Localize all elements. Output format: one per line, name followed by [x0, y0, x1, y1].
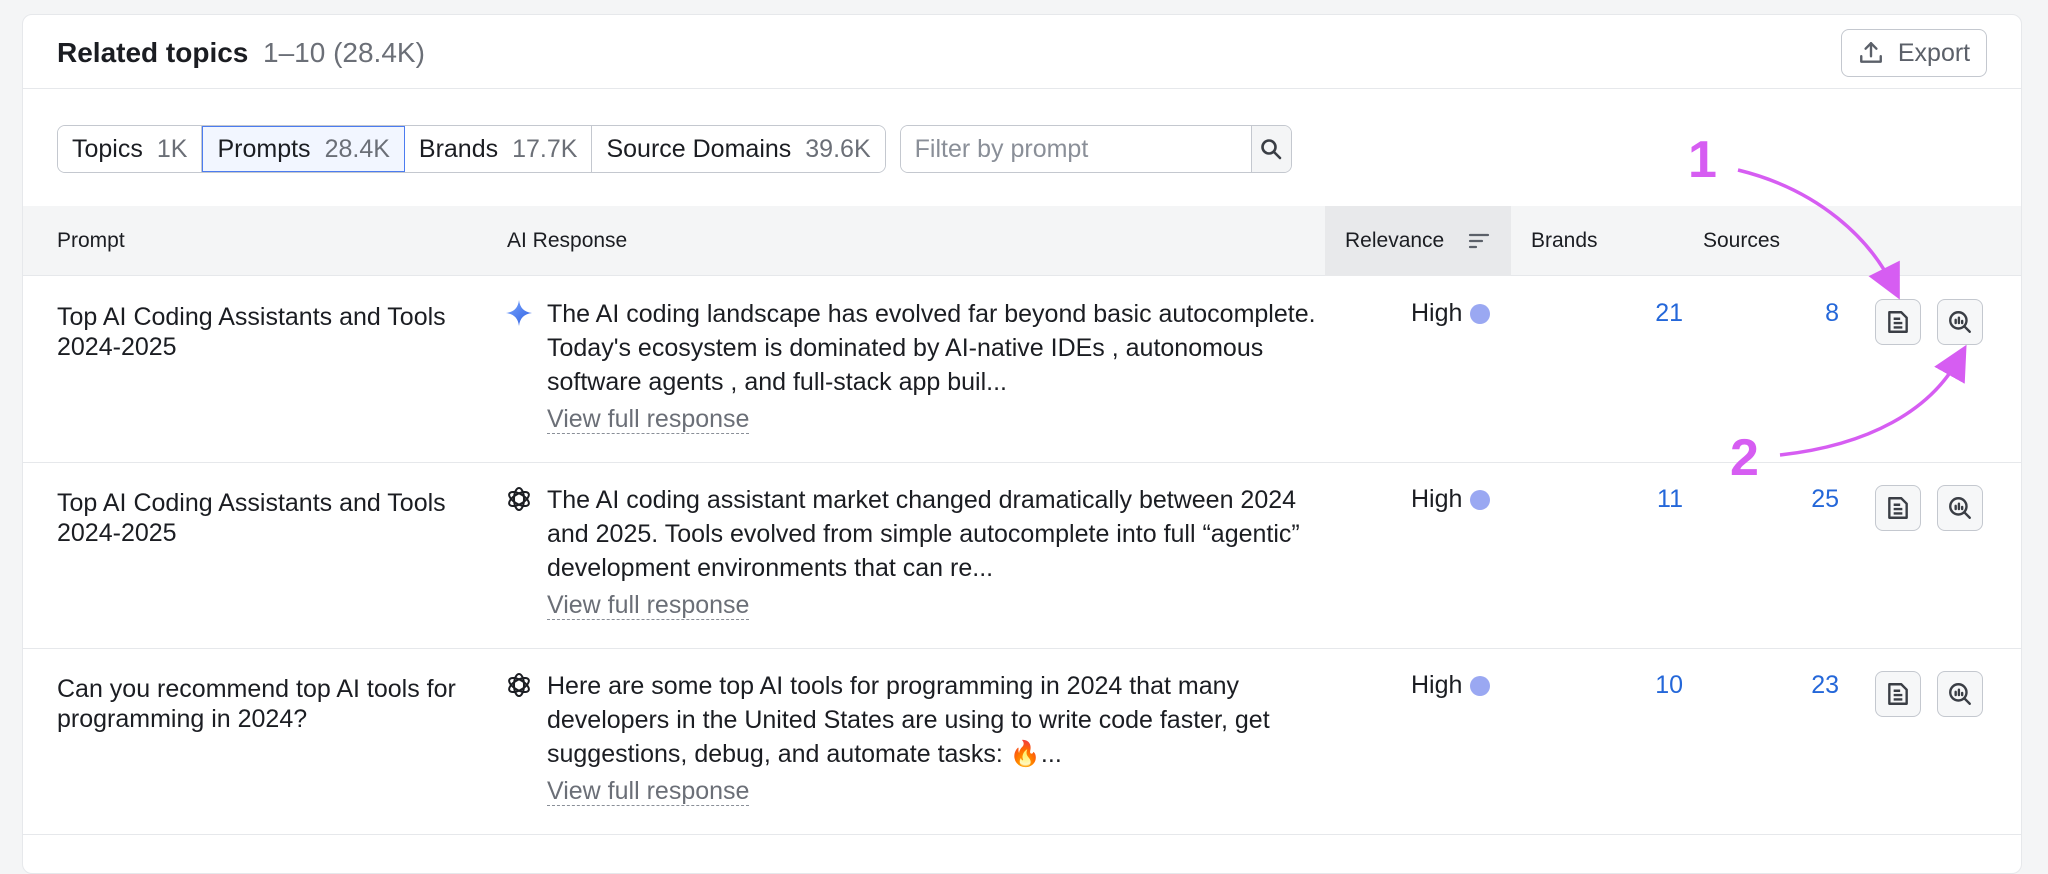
brands-count[interactable]: 11: [1657, 485, 1683, 514]
search-button[interactable]: [1250, 126, 1291, 172]
response-text: The AI coding landscape has evolved far …: [547, 300, 1316, 396]
prompt-text: Can you recommend top AI tools for progr…: [57, 675, 456, 733]
openai-icon: [508, 487, 530, 511]
response-text: The AI coding assistant market changed d…: [547, 486, 1300, 582]
sources-count[interactable]: 8: [1825, 299, 1839, 328]
relevance-value: High: [1411, 299, 1491, 328]
view-full-response-link[interactable]: View full response: [547, 405, 750, 434]
relevance-value: High: [1411, 485, 1491, 514]
tab-brands[interactable]: Brands 17.7K: [404, 126, 593, 172]
view-response-button[interactable]: [1875, 485, 1921, 531]
brands-count[interactable]: 21: [1655, 299, 1683, 328]
result-range: 1–10 (28.4K): [263, 37, 425, 68]
export-button[interactable]: Export: [1841, 29, 1987, 77]
tab-count: 1K: [156, 134, 188, 163]
relevance-label: High: [1411, 299, 1463, 327]
tab-label: Topics: [72, 134, 143, 163]
page-title: Related topics: [57, 37, 249, 68]
search-icon: [1261, 139, 1282, 160]
export-label: Export: [1897, 38, 1971, 67]
ai-response: Here are some top AI tools for programmi…: [547, 669, 1317, 808]
relevance-value: High: [1411, 671, 1491, 700]
view-full-response-link[interactable]: View full response: [547, 777, 750, 806]
view-tabs: Topics 1K Prompts 28.4K Brands 17.7K Sou…: [57, 125, 886, 173]
document-icon: [1888, 311, 1908, 333]
tab-count: 39.6K: [805, 134, 871, 163]
sources-count[interactable]: 23: [1811, 671, 1839, 700]
tab-label: Prompts: [217, 134, 311, 163]
table-row: Can you recommend top AI tools for progr…: [23, 649, 2021, 835]
filter-box: [899, 125, 1292, 173]
response-text: Here are some top AI tools for programmi…: [547, 672, 1270, 768]
tab-source-domains[interactable]: Source Domains 39.6K: [592, 126, 885, 172]
prompt-text: Top AI Coding Assistants and Tools 2024-…: [57, 489, 446, 547]
sources-count[interactable]: 25: [1811, 485, 1839, 514]
table-row: Top AI Coding Assistants and Tools 2024-…: [23, 277, 2021, 463]
column-ai-response: AI Response: [507, 229, 628, 252]
relevance-dot: [1470, 303, 1491, 324]
view-full-response-link[interactable]: View full response: [547, 591, 750, 620]
column-relevance[interactable]: Relevance: [1325, 206, 1511, 276]
column-prompt: Prompt: [57, 229, 125, 252]
analyze-button[interactable]: [1937, 671, 1983, 717]
relevance-label: High: [1411, 671, 1463, 699]
prompt-text: Top AI Coding Assistants and Tools 2024-…: [57, 303, 446, 361]
column-brands[interactable]: Brands: [1531, 206, 1598, 276]
relevance-label: High: [1411, 485, 1463, 513]
filter-input[interactable]: [900, 126, 1251, 172]
tab-count: 28.4K: [324, 134, 390, 163]
ai-response: The AI coding landscape has evolved far …: [547, 297, 1317, 436]
relevance-dot: [1470, 675, 1491, 696]
openai-icon: [508, 673, 530, 697]
sort-icon: [1469, 233, 1490, 249]
analyze-button[interactable]: [1937, 485, 1983, 531]
table-header: Prompt AI Response Relevance Brands Sour…: [23, 206, 2021, 276]
tab-count: 17.7K: [512, 134, 578, 163]
ai-response: The AI coding assistant market changed d…: [547, 483, 1317, 622]
gemini-sparkle-icon: [506, 300, 532, 326]
annotation-number-2: 2: [1730, 429, 1759, 487]
table-row: Top AI Coding Assistants and Tools 2024-…: [23, 463, 2021, 649]
magnifier-chart-icon: [1949, 497, 1971, 519]
tab-prompts[interactable]: Prompts 28.4K: [202, 126, 405, 172]
analyze-button[interactable]: [1937, 299, 1983, 345]
related-topics-card: Related topics 1–10 (28.4K) Export Topic…: [22, 14, 2022, 874]
toolbar: Topics 1K Prompts 28.4K Brands 17.7K Sou…: [57, 125, 1292, 173]
column-relevance-label: Relevance: [1345, 229, 1445, 252]
tab-label: Source Domains: [606, 134, 792, 163]
upload-icon: [1859, 42, 1882, 63]
tab-label: Brands: [418, 134, 499, 163]
relevance-dot: [1470, 489, 1491, 510]
magnifier-chart-icon: [1949, 311, 1971, 333]
document-icon: [1888, 683, 1908, 705]
column-sources[interactable]: Sources: [1703, 206, 1780, 276]
view-response-button[interactable]: [1875, 671, 1921, 717]
card-header: Related topics 1–10 (28.4K) Export: [23, 15, 2021, 89]
tab-topics[interactable]: Topics 1K: [58, 126, 203, 172]
brands-count[interactable]: 10: [1655, 671, 1683, 700]
annotation-number-1: 1: [1688, 131, 1717, 189]
view-response-button[interactable]: [1875, 299, 1921, 345]
magnifier-chart-icon: [1949, 683, 1971, 705]
document-icon: [1888, 497, 1908, 519]
